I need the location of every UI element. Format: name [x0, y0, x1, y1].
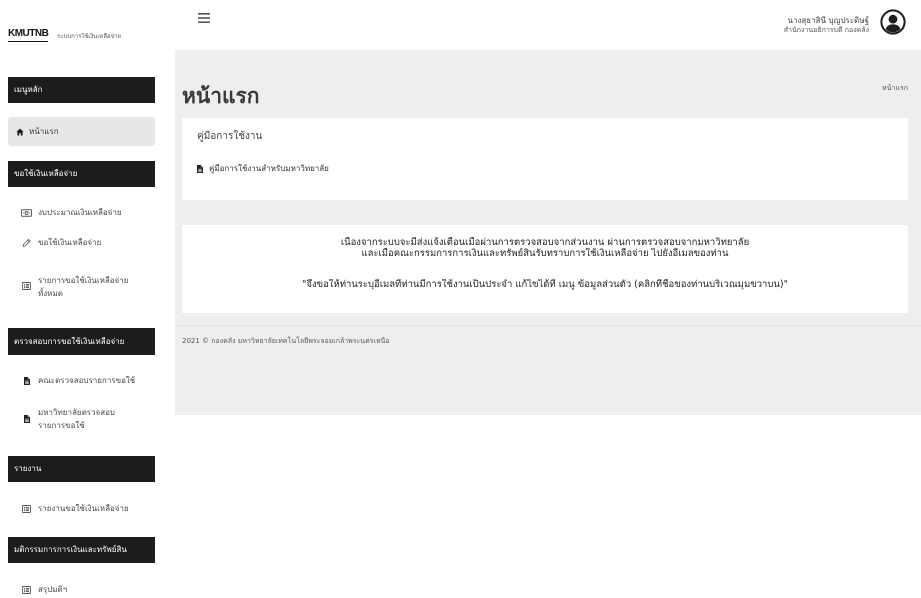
- sidebar-item-label: มหาวิทยาลัยตรวจสอบ รายการขอใช้: [38, 408, 116, 430]
- app-screen: KMUTNB ระบบการใช้เงินเหลือจ่าย เมนูหลัก …: [0, 0, 921, 598]
- sidebar-item-label: คณะตรวจสอบรายการขอใช้: [38, 376, 136, 385]
- footer-divider: [175, 325, 921, 326]
- file-icon: [24, 415, 30, 423]
- notice-line-3: "จึงขอให้ท่านระบุอีเมลที่ท่านมีการใช้งาน…: [302, 279, 788, 290]
- file-icon: [197, 165, 203, 173]
- list-alt-icon: [22, 586, 31, 594]
- sidebar-section-review: ตรวจสอบการขอใช้เงินเหลือจ่าย: [8, 328, 155, 355]
- notice-line-2: และเมื่อคณะกรรมการการเงินและทรัพย์สินรับ…: [361, 248, 729, 259]
- sidebar: KMUTNB ระบบการใช้เงินเหลือจ่าย เมนูหลัก …: [0, 0, 175, 598]
- home-icon: [16, 128, 24, 135]
- sidebar-item-label: สรุปมติฯ: [38, 585, 68, 594]
- list-alt-icon: [22, 505, 31, 513]
- manual-link[interactable]: คู่มือการใช้งานสำหรับมหาวิทยาลัย: [197, 163, 797, 175]
- footer-text: 2021 © กองคลัง มหาวิทยาลัยเทคโนโลยีพระจอ…: [182, 337, 390, 345]
- user-name: นางสุธาสินี บุญประดิษฐ์: [787, 16, 869, 25]
- logo-subtitle: ระบบการใช้เงินเหลือจ่าย: [57, 33, 122, 40]
- sidebar-item-faculty-review[interactable]: คณะตรวจสอบรายการขอใช้: [8, 367, 155, 395]
- sidebar-section-request: ขอใช้เงินเหลือจ่าย: [8, 161, 155, 187]
- user-department: สำนักงานอธิการบดี กองคลัง: [783, 26, 869, 34]
- breadcrumb: หน้าแรก: [882, 84, 908, 92]
- sidebar-item-label: งบประมาณเงินเหลือจ่าย: [38, 208, 122, 217]
- sidebar-item-label: ขอใช้เงินเหลือจ่าย: [38, 238, 102, 247]
- content-area: หน้าแรก หน้าแรก คู่มือการใช้งาน คู่มือกา…: [175, 50, 921, 415]
- sidebar-item-budget[interactable]: งบประมาณเงินเหลือจ่าย: [8, 199, 155, 227]
- page-title: หน้าแรก: [182, 84, 260, 108]
- sidebar-section-resolution: มติกรรมการการเงินและทรัพย์สิน: [8, 537, 155, 563]
- sidebar-item-resolution-summary[interactable]: สรุปมติฯ: [8, 582, 155, 598]
- manual-card: คู่มือการใช้งาน คู่มือการใช้งานสำหรับมหา…: [182, 118, 908, 200]
- logo-text: KMUTNB: [8, 28, 49, 42]
- sidebar-item-request-list[interactable]: รายการขอใช้เงินเหลือจ่าย ทั้งหมด: [8, 270, 155, 302]
- sidebar-section-main: เมนูหลัก: [8, 77, 155, 103]
- list-alt-icon: [22, 282, 31, 290]
- top-navbar: นางสุธาสินี บุญประดิษฐ์ สำนักงานอธิการบด…: [175, 0, 921, 50]
- hamburger-icon: [198, 13, 210, 23]
- manual-card-title: คู่มือการใช้งาน: [197, 131, 263, 142]
- sidebar-item-label: รายการขอใช้เงินเหลือจ่าย ทั้งหมด: [38, 276, 129, 298]
- money-bill-icon: [21, 209, 32, 217]
- file-icon: [24, 377, 30, 385]
- sidebar-item-label: หน้าแรก: [29, 127, 59, 136]
- sidebar-item-request[interactable]: ขอใช้เงินเหลือจ่าย: [8, 229, 155, 257]
- avatar[interactable]: [880, 9, 906, 35]
- sidebar-item-label: รายงานขอใช้เงินเหลือจ่าย: [38, 504, 129, 513]
- sidebar-item-report[interactable]: รายงานขอใช้เงินเหลือจ่าย: [8, 495, 155, 523]
- user-menu[interactable]: นางสุธาสินี บุญประดิษฐ์ สำนักงานอธิการบด…: [609, 16, 869, 35]
- notice-card: เนื่องจากระบบจะมีส่งแจ้งเตือนเมื่อผ่านกา…: [182, 225, 908, 313]
- user-circle-icon: [880, 9, 906, 35]
- manual-link-label: คู่มือการใช้งานสำหรับมหาวิทยาลัย: [209, 164, 329, 173]
- sidebar-item-university-review[interactable]: มหาวิทยาลัยตรวจสอบ รายการขอใช้: [8, 403, 155, 435]
- menu-toggle-button[interactable]: [196, 11, 212, 25]
- sidebar-item-home[interactable]: หน้าแรก: [8, 117, 155, 146]
- pencil-icon: [22, 239, 31, 247]
- logo[interactable]: KMUTNB ระบบการใช้เงินเหลือจ่าย: [8, 28, 168, 44]
- sidebar-section-report: รายงาน: [8, 456, 155, 482]
